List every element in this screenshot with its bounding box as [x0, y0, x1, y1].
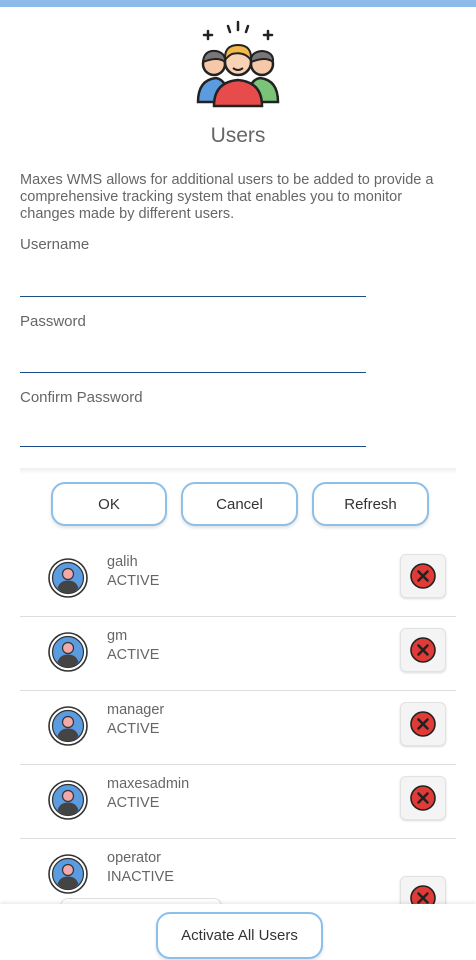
username-field[interactable] [20, 270, 366, 297]
user-avatar-icon [48, 558, 88, 598]
delete-icon [410, 711, 436, 737]
user-avatar-icon [48, 706, 88, 746]
form-divider [20, 468, 456, 474]
password-field[interactable] [20, 346, 366, 373]
delete-icon [410, 637, 436, 663]
delete-user-button[interactable] [400, 776, 446, 820]
user-status: ACTIVE [107, 721, 160, 737]
user-row: galih ACTIVE [20, 542, 456, 617]
activate-all-users-button[interactable]: Activate All Users [156, 912, 323, 959]
user-status: ACTIVE [107, 795, 160, 811]
user-name: maxesadmin [107, 776, 190, 792]
refresh-button[interactable]: Refresh [312, 482, 429, 526]
page-description: Maxes WMS allows for additional users to… [20, 172, 434, 222]
user-status: ACTIVE [107, 647, 160, 663]
confirm-password-field[interactable] [20, 420, 366, 447]
delete-icon [410, 785, 436, 811]
top-accent-bar [0, 0, 476, 7]
user-name: operator [107, 850, 162, 866]
page-title: Users [210, 124, 266, 147]
delete-icon [410, 563, 436, 589]
users-group-icon [196, 20, 280, 108]
username-label: Username [20, 236, 90, 253]
user-row: maxesadmin ACTIVE [20, 764, 456, 839]
delete-user-button[interactable] [400, 702, 446, 746]
user-status: ACTIVE [107, 573, 160, 589]
user-avatar-icon [48, 632, 88, 672]
user-status: INACTIVE [107, 869, 174, 885]
cancel-button[interactable]: Cancel [181, 482, 298, 526]
user-name: galih [107, 554, 138, 570]
ok-button[interactable]: OK [51, 482, 167, 526]
user-name: manager [107, 702, 165, 718]
password-label: Password [20, 313, 86, 330]
user-row: manager ACTIVE [20, 690, 456, 765]
user-name: gm [107, 628, 128, 644]
user-row: gm ACTIVE [20, 616, 456, 691]
delete-user-button[interactable] [400, 628, 446, 672]
user-avatar-icon [48, 780, 88, 820]
confirm-password-label: Confirm Password [20, 389, 143, 406]
delete-user-button[interactable] [400, 554, 446, 598]
user-avatar-icon [48, 854, 88, 894]
